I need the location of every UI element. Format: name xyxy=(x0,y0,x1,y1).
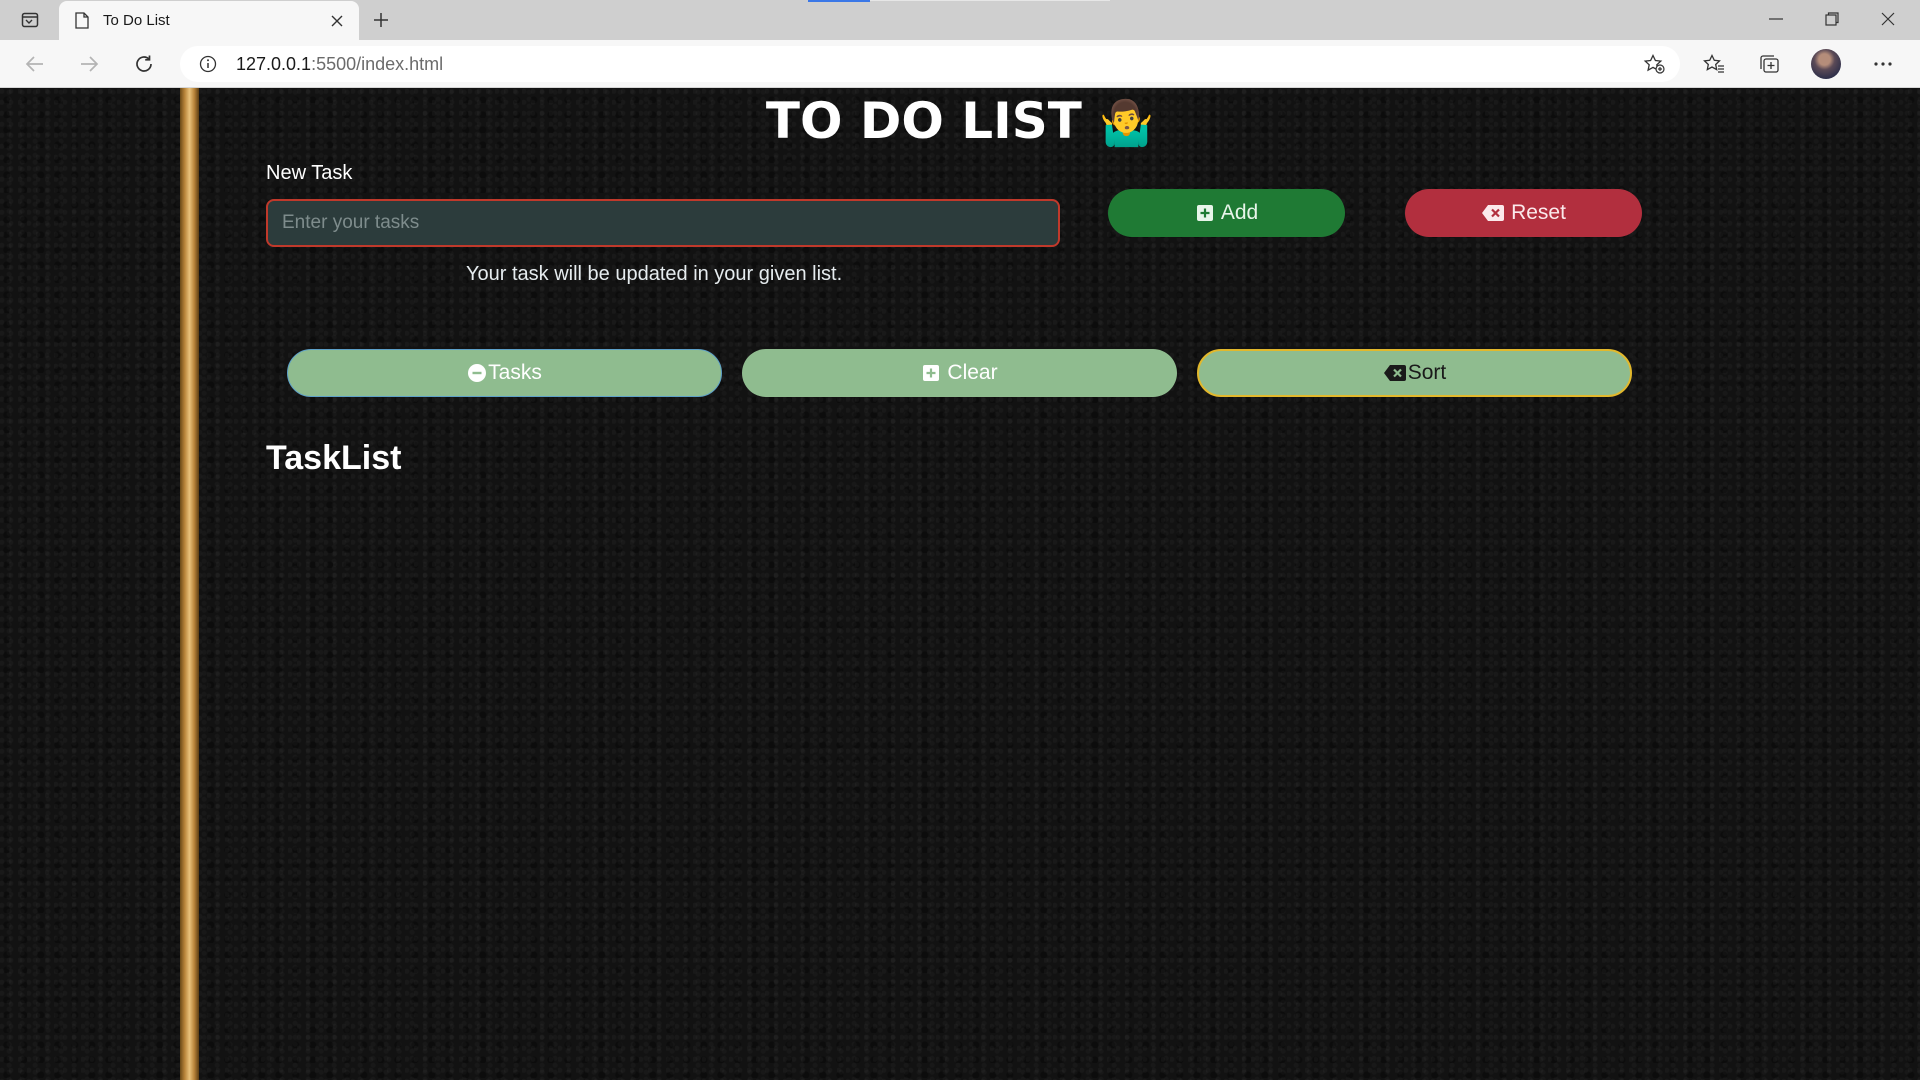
tasks-button[interactable]: Tasks xyxy=(287,349,722,397)
page-title: TO DO LIST 🤷‍♂️ xyxy=(560,92,1360,150)
add-button[interactable]: Add xyxy=(1108,189,1345,237)
page-icon xyxy=(73,12,91,30)
info-icon[interactable] xyxy=(198,54,218,74)
url-text[interactable]: 127.0.0.1:5500/index.html xyxy=(236,54,443,75)
page-viewport: TO DO LIST 🤷‍♂️ New Task Your task will … xyxy=(0,88,1920,1080)
close-window-icon[interactable] xyxy=(1860,0,1916,38)
url-host: 127.0.0.1 xyxy=(236,54,312,74)
collections-icon[interactable] xyxy=(1752,48,1786,80)
forward-icon[interactable] xyxy=(72,48,106,80)
tab-actions-icon[interactable] xyxy=(14,8,46,32)
backspace-icon xyxy=(1383,363,1407,383)
plus-icon[interactable] xyxy=(368,8,394,32)
shrug-emoji-icon: 🤷‍♂️ xyxy=(1099,98,1155,149)
restore-icon[interactable] xyxy=(1804,0,1860,38)
clear-button-label: Clear xyxy=(947,361,998,384)
favorites-icon[interactable] xyxy=(1697,48,1731,80)
loading-track xyxy=(870,0,1110,1)
task-input[interactable] xyxy=(266,199,1060,247)
add-button-label: Add xyxy=(1220,201,1259,224)
tasklist-heading: TaskList xyxy=(266,439,402,477)
page-title-text: TO DO LIST xyxy=(765,92,1082,150)
plus-square-icon xyxy=(1195,203,1215,223)
tab-title: To Do List xyxy=(103,12,170,29)
more-icon[interactable] xyxy=(1866,48,1900,80)
backspace-icon xyxy=(1481,203,1505,223)
url-path: :5500/index.html xyxy=(311,54,444,74)
tasks-button-label: Tasks xyxy=(488,361,542,384)
add-favorite-icon[interactable] xyxy=(1642,53,1666,75)
loading-indicator xyxy=(808,0,870,2)
browser-tab[interactable]: To Do List xyxy=(59,1,359,40)
plus-square-icon xyxy=(921,363,941,383)
refresh-icon[interactable] xyxy=(127,48,161,80)
task-hint: Your task will be updated in your given … xyxy=(466,263,843,285)
reset-button[interactable]: Reset xyxy=(1405,189,1642,237)
reset-button-label: Reset xyxy=(1511,201,1566,224)
address-bar[interactable]: 127.0.0.1:5500/index.html xyxy=(180,46,1680,82)
browser-toolbar: 127.0.0.1:5500/index.html xyxy=(0,40,1920,88)
decorative-gold-bar xyxy=(180,88,199,1080)
minus-circle-icon xyxy=(467,363,487,383)
tab-strip: To Do List xyxy=(0,0,1920,40)
new-task-label: New Task xyxy=(266,162,353,184)
close-icon[interactable] xyxy=(327,11,347,31)
back-icon[interactable] xyxy=(18,48,52,80)
sort-button-label: Sort xyxy=(1407,361,1447,384)
sort-button[interactable]: Sort xyxy=(1197,349,1632,397)
clear-button[interactable]: Clear xyxy=(742,349,1177,397)
profile-avatar[interactable] xyxy=(1811,49,1841,79)
minimize-icon[interactable] xyxy=(1748,0,1804,38)
